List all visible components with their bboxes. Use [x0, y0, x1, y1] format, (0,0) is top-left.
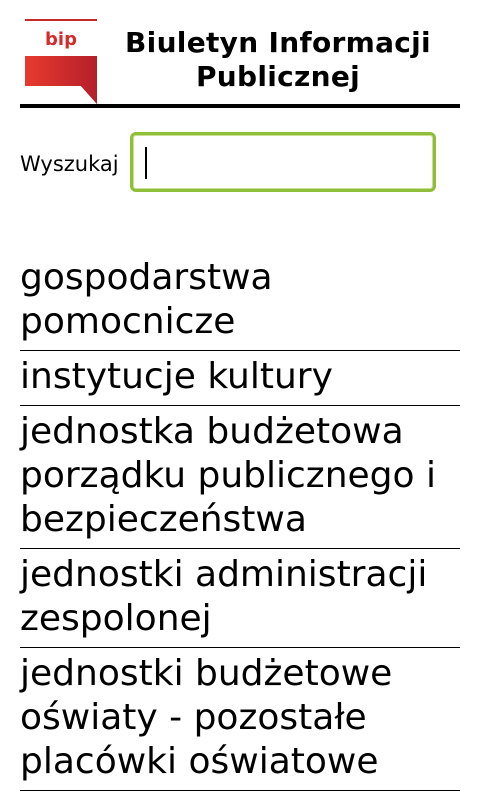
title-line-1: Biuletyn Informacji — [125, 26, 431, 59]
list-item[interactable]: jednostki budżetowe oświaty - pozostałe … — [20, 648, 460, 791]
category-list: gospodarstwa pomocnicze instytucje kultu… — [20, 252, 460, 791]
list-item[interactable]: gospodarstwa pomocnicze — [20, 252, 460, 351]
bip-logo: bip — [25, 18, 97, 104]
title-line-2: Publicznej — [195, 60, 361, 93]
search-input[interactable] — [130, 132, 436, 192]
search-row: Wyszukaj — [20, 132, 460, 192]
page-title: Biuletyn Informacji Publicznej — [118, 26, 438, 94]
list-item[interactable]: instytucje kultury — [20, 351, 460, 406]
logo-text: bip — [45, 29, 77, 50]
app-header: bip Biuletyn Informacji Publicznej — [20, 18, 460, 108]
search-label: Wyszukaj — [20, 152, 119, 176]
text-cursor — [145, 147, 147, 179]
list-item[interactable]: jednostka budżetowa porządku publicznego… — [20, 406, 460, 549]
list-item[interactable]: jednostki administracji zespolonej — [20, 549, 460, 648]
